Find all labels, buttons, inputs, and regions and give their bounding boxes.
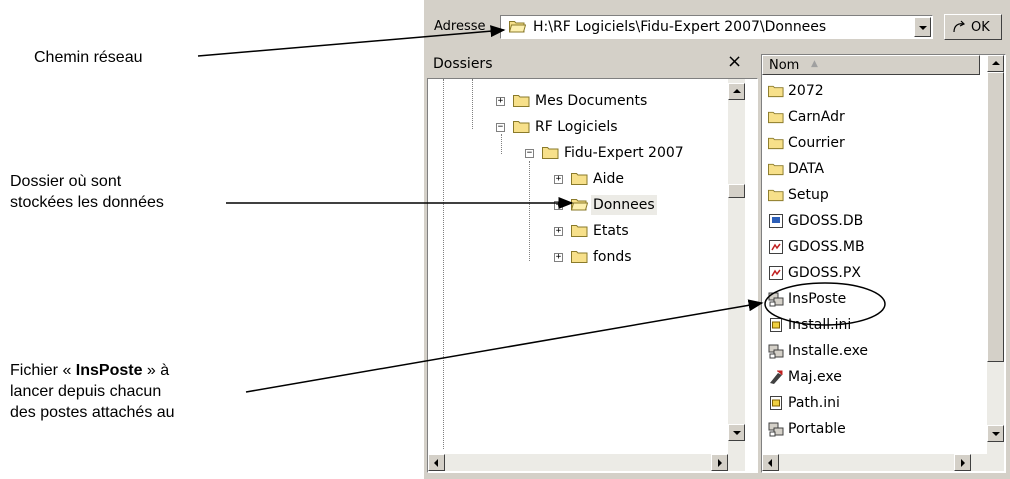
annotation-overlay <box>197 25 886 393</box>
insposte-highlight-ellipse <box>764 282 886 326</box>
arrow-to-address <box>197 25 506 57</box>
arrow-to-insposte <box>245 299 764 393</box>
